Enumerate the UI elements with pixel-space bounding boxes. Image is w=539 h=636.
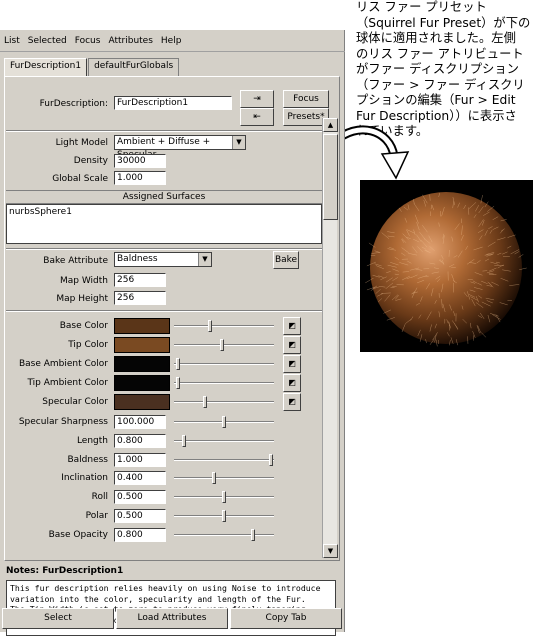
tab-furdescription1[interactable]: FurDescription1 (4, 58, 87, 76)
color-attr-label: Tip Color (4, 340, 108, 350)
tab-bar: FurDescription1 defaultFurGlobals (4, 58, 180, 76)
map-texture-icon[interactable]: ◩ (283, 355, 301, 373)
density-field[interactable]: 30000 (114, 154, 166, 168)
color-swatch[interactable] (114, 318, 170, 334)
furdescription-field[interactable]: FurDescription1 (114, 96, 232, 110)
map-texture-icon[interactable]: ◩ (283, 393, 301, 411)
select-button[interactable]: Select (2, 608, 114, 629)
numeric-attr-label: Length (4, 436, 108, 446)
color-swatch[interactable] (114, 356, 170, 372)
color-attr-label: Base Ambient Color (4, 359, 108, 369)
assigned-surfaces-list[interactable]: nurbsSphere1 (6, 204, 322, 244)
color-attr-label: Tip Ambient Color (4, 378, 108, 388)
separator (6, 310, 322, 312)
assigned-surfaces-header: Assigned Surfaces (6, 190, 322, 204)
menu-attributes[interactable]: Attributes (108, 36, 152, 46)
bake-attribute-label: Bake Attribute (20, 256, 108, 266)
numeric-slider[interactable] (174, 433, 274, 449)
separator (6, 130, 322, 132)
input-connection-button[interactable]: ⇥ (240, 90, 274, 108)
bake-button[interactable]: Bake (273, 251, 299, 269)
separator (6, 248, 322, 250)
fur-sphere-image (360, 180, 533, 352)
numeric-slider[interactable] (174, 452, 274, 468)
numeric-attr-field[interactable]: 0.800 (114, 528, 166, 542)
furdescription-label: FurDescription: (20, 99, 108, 109)
numeric-slider[interactable] (174, 527, 274, 543)
numeric-attr-label: Base Opacity (4, 530, 108, 540)
bake-attribute-value: Baldness (117, 254, 158, 264)
attribute-scrollbar[interactable]: ▲ ▼ (322, 118, 337, 558)
global-scale-label: Global Scale (20, 174, 108, 184)
tab-defaultfurglobals[interactable]: defaultFurGlobals (88, 58, 179, 76)
bake-attribute-dropdown[interactable]: Baldness ▼ (114, 252, 212, 267)
focus-button[interactable]: Focus (283, 90, 329, 108)
color-slider[interactable] (174, 337, 274, 353)
color-slider[interactable] (174, 356, 274, 372)
menu-selected[interactable]: Selected (28, 36, 67, 46)
copy-tab-button[interactable]: Copy Tab (230, 608, 342, 629)
chevron-down-icon: ▼ (198, 253, 211, 266)
light-model-label: Light Model (20, 138, 108, 148)
menu-help[interactable]: Help (161, 36, 182, 46)
numeric-attr-label: Baldness (4, 455, 108, 465)
notes-title: Notes: FurDescription1 (6, 566, 123, 576)
color-swatch[interactable] (114, 394, 170, 410)
menu-bar: List Selected Focus Attributes Help (0, 30, 345, 52)
light-model-dropdown[interactable]: Ambient + Diffuse + Specular ▼ (114, 135, 246, 150)
map-width-label: Map Width (20, 276, 108, 286)
map-height-label: Map Height (20, 294, 108, 304)
chevron-down-icon: ▼ (232, 136, 245, 149)
scroll-down-icon[interactable]: ▼ (323, 544, 338, 558)
numeric-attr-field[interactable]: 1.000 (114, 453, 166, 467)
map-texture-icon[interactable]: ◩ (283, 317, 301, 335)
load-attributes-button[interactable]: Load Attributes (116, 608, 228, 629)
global-scale-field[interactable]: 1.000 (114, 171, 166, 185)
numeric-slider[interactable] (174, 489, 274, 505)
numeric-slider[interactable] (174, 508, 274, 524)
fur-sphere-render (360, 180, 533, 352)
numeric-attr-label: Specular Sharpness (4, 417, 108, 427)
caption-text: リス ファー プリセット （Squirrel Fur Preset）が下の 球体… (356, 0, 539, 140)
color-swatch[interactable] (114, 337, 170, 353)
density-label: Density (20, 156, 108, 166)
map-texture-icon[interactable]: ◩ (283, 374, 301, 392)
numeric-attr-field[interactable]: 100.000 (114, 415, 166, 429)
map-height-field[interactable]: 256 (114, 291, 166, 305)
attribute-editor-window: List Selected Focus Attributes Help FurD… (0, 30, 345, 632)
menu-focus[interactable]: Focus (75, 36, 101, 46)
numeric-attr-field[interactable]: 0.500 (114, 490, 166, 504)
scroll-up-icon[interactable]: ▲ (323, 118, 338, 132)
numeric-attr-field[interactable]: 0.800 (114, 434, 166, 448)
color-slider[interactable] (174, 375, 274, 391)
list-item[interactable]: nurbsSphere1 (9, 207, 319, 217)
numeric-slider[interactable] (174, 470, 274, 486)
output-connection-button[interactable]: ⇤ (240, 108, 274, 126)
bottom-button-bar: Select Load Attributes Copy Tab (0, 608, 345, 632)
numeric-attr-label: Roll (4, 492, 108, 502)
color-swatch[interactable] (114, 375, 170, 391)
color-attr-label: Specular Color (4, 397, 108, 407)
numeric-attr-field[interactable]: 0.500 (114, 509, 166, 523)
map-texture-icon[interactable]: ◩ (283, 336, 301, 354)
map-width-field[interactable]: 256 (114, 273, 166, 287)
numeric-attr-label: Polar (4, 511, 108, 521)
color-slider[interactable] (174, 394, 274, 410)
color-slider[interactable] (174, 318, 274, 334)
numeric-attr-label: Inclination (4, 473, 108, 483)
numeric-slider[interactable] (174, 414, 274, 430)
scroll-thumb[interactable] (323, 134, 338, 220)
numeric-attr-field[interactable]: 0.400 (114, 471, 166, 485)
menu-list[interactable]: List (4, 36, 20, 46)
color-attr-label: Base Color (4, 321, 108, 331)
